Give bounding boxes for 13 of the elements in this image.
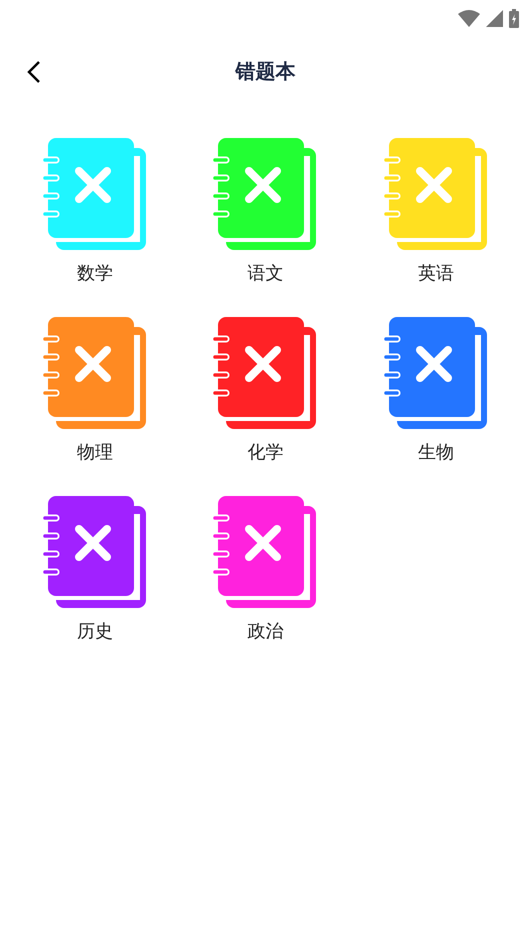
signal-icon (486, 10, 503, 26)
notebook-button[interactable]: 化学 (212, 315, 318, 466)
page-title: 错题本 (236, 60, 296, 85)
notebook-button[interactable]: 语文 (212, 136, 318, 287)
battery-icon (509, 8, 519, 28)
notebook-button[interactable]: 生物 (382, 315, 489, 466)
back-icon (27, 61, 41, 83)
wifi-icon (458, 9, 480, 27)
notebook-button[interactable]: 数学 (42, 136, 148, 287)
notebook-button[interactable]: 英语 (382, 136, 489, 287)
notebook-button[interactable]: 物理 (42, 315, 148, 466)
notebook-button[interactable]: 历史 (42, 494, 148, 645)
notebook-button[interactable]: 政治 (212, 494, 318, 645)
